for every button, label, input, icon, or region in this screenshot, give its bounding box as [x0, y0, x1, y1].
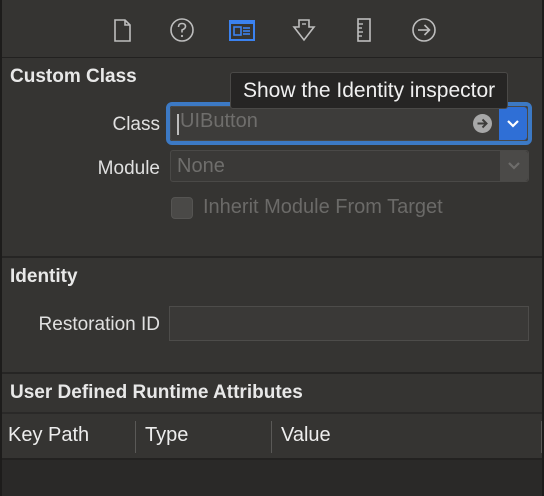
class-dropdown-button[interactable] [499, 107, 527, 140]
inherit-module-checkbox[interactable] [171, 197, 193, 219]
column-type[interactable]: Type [145, 424, 188, 447]
runtime-attributes-title: User Defined Runtime Attributes [10, 382, 303, 403]
arrow-circle-icon [412, 18, 436, 42]
module-placeholder: None [177, 155, 225, 177]
column-separator [541, 421, 542, 453]
ruler-icon [357, 18, 371, 42]
chevron-down-icon [508, 162, 520, 170]
file-icon [114, 19, 131, 42]
restoration-id-label: Restoration ID [38, 314, 160, 335]
class-placeholder: UIButton [180, 110, 258, 132]
inspector-tab-bar [2, 0, 542, 58]
identity-inspector-tab[interactable] [228, 16, 256, 44]
section-divider [2, 372, 542, 374]
quick-help-tab[interactable] [168, 16, 196, 44]
column-separator [135, 421, 136, 453]
chevron-down-icon [507, 119, 519, 128]
column-key-path[interactable]: Key Path [8, 424, 89, 447]
runtime-attributes-table-body[interactable] [2, 458, 542, 496]
class-combo-box[interactable]: UIButton [170, 106, 528, 141]
file-inspector-tab[interactable] [108, 16, 136, 44]
class-label: Class [112, 114, 160, 135]
module-dropdown-button[interactable] [500, 151, 528, 181]
custom-class-title: Custom Class [10, 66, 137, 87]
column-separator [271, 421, 272, 453]
runtime-attributes-table-header: Key Path Type Value [2, 412, 542, 458]
column-value[interactable]: Value [281, 424, 331, 447]
connections-inspector-tab[interactable] [410, 16, 438, 44]
module-combo-box[interactable]: None [170, 150, 529, 182]
section-divider [2, 256, 542, 258]
identity-title: Identity [10, 266, 78, 287]
restoration-id-field[interactable] [169, 306, 529, 341]
inherit-module-label: Inherit Module From Target [203, 196, 443, 218]
attributes-inspector-tab[interactable] [290, 16, 318, 44]
identity-icon [229, 20, 255, 41]
help-icon [170, 18, 194, 42]
attributes-icon [292, 19, 316, 42]
size-inspector-tab[interactable] [350, 16, 378, 44]
text-cursor [177, 114, 179, 135]
go-to-class-icon[interactable] [472, 113, 493, 134]
module-label: Module [97, 158, 160, 179]
identity-inspector-tooltip: Show the Identity inspector [230, 72, 509, 109]
